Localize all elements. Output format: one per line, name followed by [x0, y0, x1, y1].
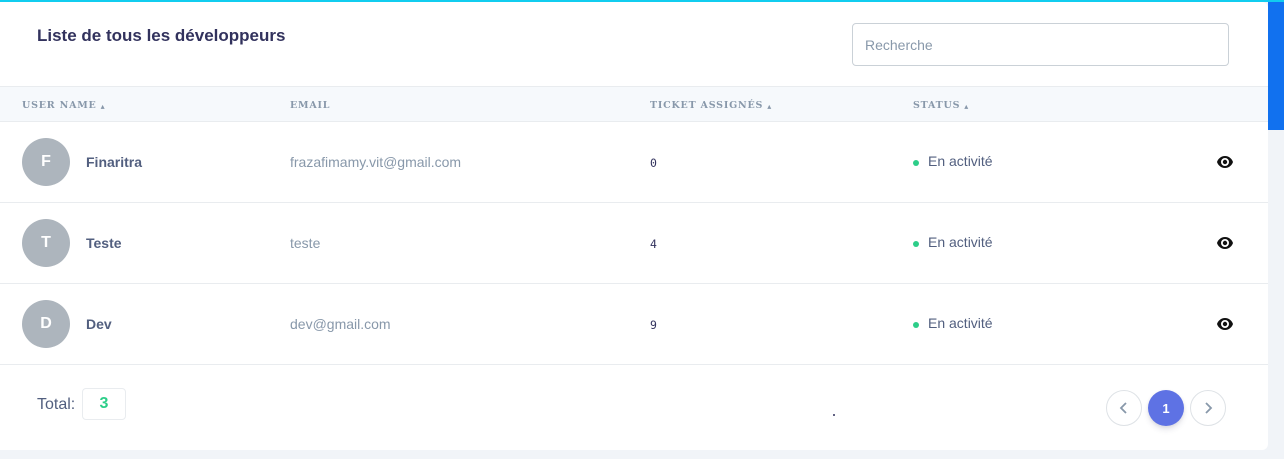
chevron-right-icon — [1205, 402, 1213, 414]
status-label: En activité — [928, 153, 993, 169]
pagination-page-button[interactable]: 1 — [1148, 390, 1184, 426]
card-header: Liste de tous les développeurs — [0, 2, 1268, 86]
pagination-prev-button[interactable] — [1106, 390, 1142, 426]
sort-icon[interactable]: ▴︎ — [101, 102, 106, 110]
avatar: T — [22, 219, 70, 267]
search-input[interactable] — [852, 23, 1229, 66]
eye-icon[interactable] — [1216, 236, 1234, 250]
column-label: TICKET ASSIGNÉS — [650, 100, 764, 111]
developers-card: Liste de tous les développeurs USER NAME… — [0, 2, 1268, 450]
total-count-badge: 3 — [82, 388, 126, 420]
column-label: STATUS — [913, 100, 961, 111]
avatar: F — [22, 138, 70, 186]
table-row: D Dev dev@gmail.com 9 En activité — [0, 284, 1268, 365]
user-name: Finaritra — [86, 154, 143, 170]
sort-icon[interactable]: ▴︎ — [767, 102, 772, 110]
column-header-status[interactable]: STATUS ▴︎ — [913, 100, 969, 111]
status-badge: En activité — [913, 153, 993, 169]
column-label: EMAIL — [290, 100, 331, 111]
avatar: D — [22, 300, 70, 348]
status-label: En activité — [928, 234, 993, 250]
user-email: teste — [290, 235, 321, 251]
user-email: dev@gmail.com — [290, 316, 391, 332]
eye-icon[interactable] — [1216, 155, 1234, 169]
scrollbar-thumb[interactable] — [1268, 2, 1284, 130]
status-dot-icon — [913, 240, 919, 247]
eye-icon[interactable] — [1216, 317, 1234, 331]
column-header-username[interactable]: USER NAME ▴︎ — [22, 100, 105, 111]
user-name: Teste — [86, 235, 122, 251]
status-badge: En activité — [913, 315, 993, 331]
sort-icon[interactable]: ▴︎ — [964, 102, 969, 110]
card-footer: Total: 3 1 — [0, 366, 1268, 450]
column-label: USER NAME — [22, 100, 97, 111]
table-row: F Finaritra frazafimamy.vit@gmail.com 0 … — [0, 122, 1268, 203]
user-email: frazafimamy.vit@gmail.com — [290, 154, 462, 170]
ticket-count: 0 — [650, 156, 657, 170]
status-dot-icon — [913, 321, 919, 328]
ticket-count: 4 — [650, 237, 657, 251]
ticket-count: 9 — [650, 318, 657, 332]
dot-mark — [833, 414, 835, 416]
status-label: En activité — [928, 315, 993, 331]
status-dot-icon — [913, 159, 919, 166]
chevron-left-icon — [1119, 402, 1127, 414]
user-name: Dev — [86, 316, 112, 332]
column-header-tickets[interactable]: TICKET ASSIGNÉS ▴︎ — [650, 100, 772, 111]
status-badge: En activité — [913, 234, 993, 250]
total-label: Total: — [37, 396, 76, 413]
pagination-next-button[interactable] — [1190, 390, 1226, 426]
column-header-email: EMAIL — [290, 100, 330, 111]
page-title: Liste de tous les développeurs — [37, 26, 286, 45]
table-header: USER NAME ▴︎ EMAIL TICKET ASSIGNÉS ▴︎ ST… — [0, 86, 1268, 122]
table-row: T Teste teste 4 En activité — [0, 203, 1268, 284]
